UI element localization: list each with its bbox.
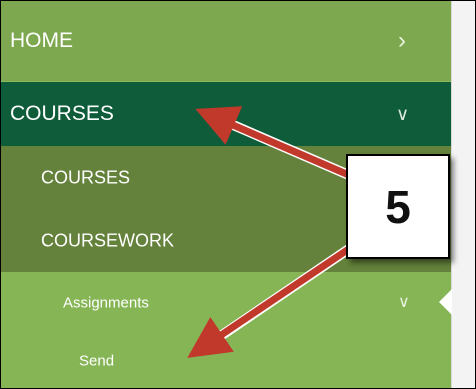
sidebar-item-home[interactable]: HOME › (1, 1, 451, 81)
chevron-down-icon[interactable]: ∨ (396, 105, 409, 123)
step-number: 5 (385, 180, 411, 233)
submenu-item-send-label: Send (79, 352, 115, 370)
submenu-item-send[interactable]: Send (1, 334, 451, 388)
submenu-item-courses-label: COURSES (41, 167, 131, 187)
submenu-item-assignments[interactable]: Assignments ∨ (1, 272, 451, 334)
content-panel-edge (451, 1, 475, 388)
chevron-right-icon[interactable]: › (398, 29, 406, 53)
active-item-pointer (439, 289, 452, 315)
step-number-callout: 5 (346, 154, 450, 259)
sidebar-item-courses[interactable]: COURSES ∨ (1, 82, 451, 146)
sidebar-item-home-label: HOME (10, 29, 73, 52)
submenu-item-assignments-label: Assignments (63, 294, 149, 312)
submenu-item-coursework-label: COURSEWORK (41, 230, 175, 250)
chevron-down-icon[interactable]: ∨ (398, 295, 410, 311)
sidebar-item-courses-label: COURSES (10, 102, 114, 125)
panel-divider (451, 1, 452, 388)
